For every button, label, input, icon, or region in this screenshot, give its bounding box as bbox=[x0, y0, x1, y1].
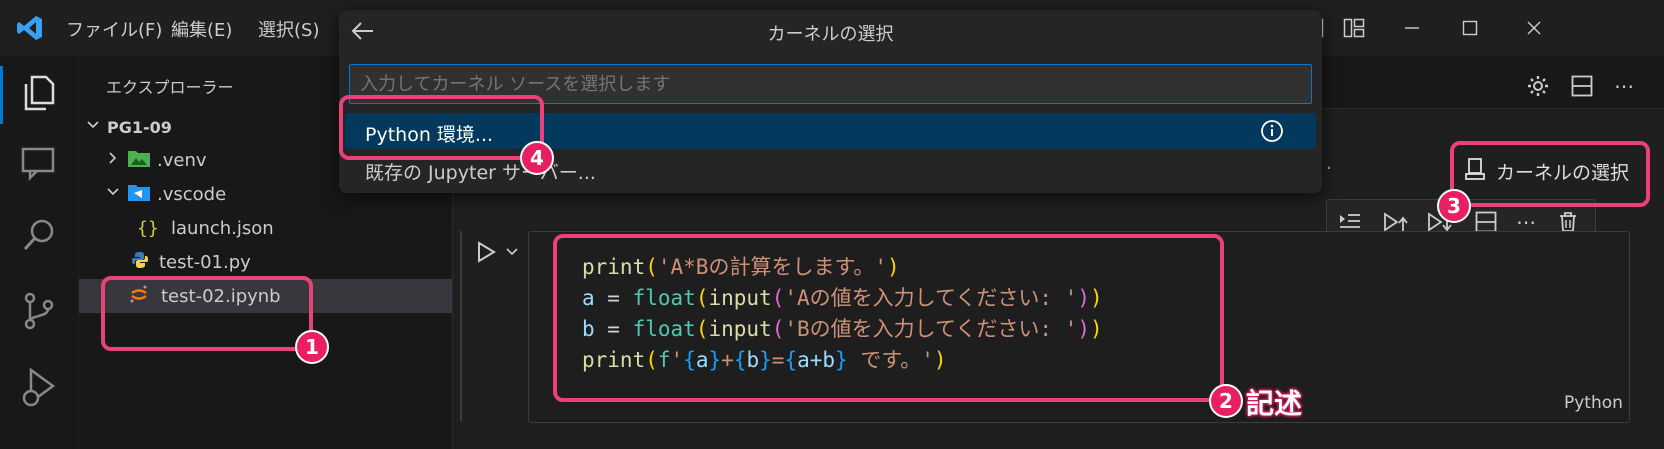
step-badge-2: 2 bbox=[1209, 384, 1243, 418]
json-file-icon: {} bbox=[137, 217, 159, 239]
highlight-code-cell bbox=[553, 234, 1224, 402]
step-badge-3: 3 bbox=[1437, 189, 1471, 223]
run-debug-icon[interactable] bbox=[18, 366, 60, 408]
minimize-icon[interactable] bbox=[1398, 14, 1426, 42]
annotation-label-2: 記述 bbox=[1246, 387, 1303, 420]
tree-item-test-01-py[interactable]: test-01.py bbox=[79, 245, 452, 279]
explorer-title: エクスプローラー bbox=[106, 78, 234, 97]
chevron-down-icon bbox=[105, 184, 127, 205]
menu-selection[interactable]: 選択(S) bbox=[258, 16, 319, 42]
tree-item-label: launch.json bbox=[171, 217, 274, 239]
chevron-down-icon bbox=[85, 117, 105, 138]
cell-language-label[interactable]: Python bbox=[1564, 393, 1623, 413]
highlight-test-02-ipynb bbox=[101, 276, 313, 351]
folder-venv-icon bbox=[127, 148, 157, 173]
maximize-icon[interactable] bbox=[1456, 14, 1484, 42]
explorer-icon[interactable] bbox=[18, 72, 60, 114]
search-panel-icon[interactable] bbox=[18, 142, 60, 184]
highlight-python-env bbox=[339, 95, 544, 160]
step-badge-4: 4 bbox=[520, 141, 554, 175]
customize-layout-icon[interactable] bbox=[1340, 14, 1368, 42]
active-indicator bbox=[0, 66, 3, 124]
cell-focus-indicator bbox=[460, 231, 462, 421]
info-icon[interactable] bbox=[1260, 119, 1284, 143]
chevron-right-icon bbox=[105, 150, 127, 171]
tree-item-label: test-01.py bbox=[159, 251, 251, 273]
root-folder-label: PG1-09 bbox=[107, 117, 172, 137]
tree-item-label: .vscode bbox=[157, 183, 227, 205]
menu-file[interactable]: ファイル(F) bbox=[66, 16, 162, 42]
notebook-toolbar-dot: · bbox=[1326, 158, 1332, 179]
step-badge-1: 1 bbox=[295, 330, 329, 364]
quick-pick-title: カーネルの選択 bbox=[767, 24, 894, 45]
more-actions-icon[interactable]: ⋯ bbox=[1608, 70, 1640, 102]
menu-edit[interactable]: 編集(E) bbox=[171, 16, 232, 42]
tree-item-launch-json[interactable]: {} launch.json bbox=[79, 211, 452, 245]
settings-gear-icon[interactable] bbox=[1522, 70, 1554, 102]
quick-pick-item-jupyter-server[interactable]: 既存の Jupyter サーバー... bbox=[365, 158, 596, 185]
source-control-icon[interactable] bbox=[18, 290, 60, 332]
tree-item-label: .venv bbox=[157, 149, 207, 171]
python-file-icon bbox=[131, 251, 159, 274]
split-editor-icon[interactable] bbox=[1566, 70, 1598, 102]
search-icon[interactable] bbox=[18, 214, 60, 256]
vscode-logo-icon bbox=[16, 14, 44, 42]
highlight-kernel-select bbox=[1450, 141, 1650, 207]
folder-vscode-icon bbox=[127, 182, 157, 207]
execute-options-chevron-icon[interactable] bbox=[496, 236, 528, 268]
close-icon[interactable] bbox=[1520, 14, 1548, 42]
